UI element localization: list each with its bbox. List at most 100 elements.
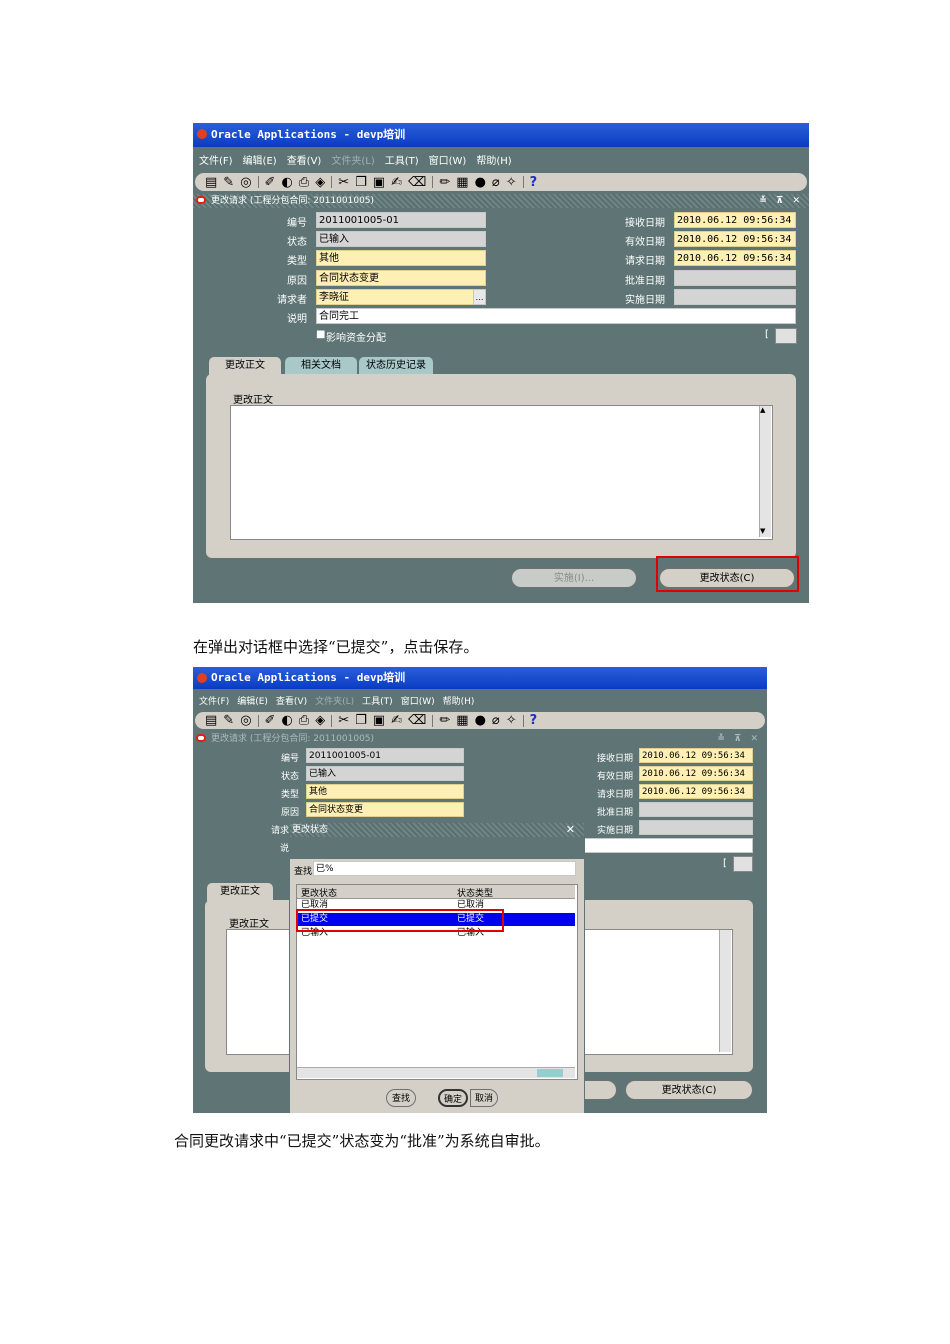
menu-window[interactable]: 窗口(W) [429,152,467,167]
navigator-icon[interactable]: ✎ [223,714,234,727]
tag-icon[interactable]: ◈ [315,714,325,727]
status-field[interactable]: 已输入 [316,231,486,247]
received-date-field[interactable]: 2010.06.12 09:56:34 [674,212,796,228]
globe-icon[interactable]: ● [475,714,486,727]
edit-icon[interactable]: ✍ [391,714,402,727]
cancel-button[interactable]: 取消 [470,1089,498,1107]
approve-date-field[interactable] [639,802,753,817]
requester-lov-button[interactable]: … [473,289,486,305]
new-record-icon[interactable]: ▤ [205,714,217,727]
vertical-scrollbar[interactable] [759,406,771,537]
type-field[interactable]: 其他 [316,250,486,266]
copy-icon[interactable]: ❐ [355,176,367,189]
change-body-textarea[interactable] [230,405,773,540]
menu-file[interactable]: 文件(F) [199,152,233,167]
edit-icon[interactable]: ✍ [391,176,402,189]
highlight-submitted-row [296,909,504,932]
print-icon[interactable]: ⎙ [299,714,309,727]
description-field[interactable] [577,838,753,853]
window-controls[interactable]: ≚ ⊼ ✕ [717,732,761,746]
paste-icon[interactable]: ▣ [373,176,385,189]
globe-icon[interactable]: ● [475,176,486,189]
column-status-type[interactable]: 状态类型 [457,886,493,899]
print-icon[interactable]: ⎙ [299,176,309,189]
approve-date-field[interactable] [674,270,796,286]
refresh-icon[interactable]: ◎ [240,176,251,189]
descriptive-flex-field[interactable] [775,328,797,344]
scroll-up-arrow-icon[interactable]: ▲ [760,406,765,414]
tag-icon[interactable]: ◈ [315,176,325,189]
cut-icon[interactable]: ✂ [338,176,349,189]
tab-change-body[interactable]: 更改正文 [207,883,273,901]
attachment-icon[interactable]: ⌀ [492,176,500,189]
scroll-down-arrow-icon[interactable]: ▼ [760,527,765,535]
description-field[interactable]: 合同完工 [316,308,796,324]
navigator-icon[interactable]: ✎ [223,176,234,189]
reason-field[interactable]: 合同状态变更 [316,270,486,286]
menu-view[interactable]: 查看(V) [276,694,307,707]
tab-status-history[interactable]: 状态历史记录 [359,357,433,375]
open-folder-icon[interactable]: ✐ [265,714,276,727]
attachment-icon[interactable]: ⌀ [492,714,500,727]
implement-button[interactable]: 实施(I)... [511,568,637,588]
implement-date-field[interactable] [674,289,796,305]
reason-field[interactable]: 合同状态变更 [306,802,464,817]
tab-related-documents[interactable]: 相关文档 [285,357,357,375]
horizontal-scrollbar[interactable] [297,1067,575,1078]
menu-help[interactable]: 帮助(H) [443,694,475,707]
dialog-close-icon[interactable]: ✕ [566,823,578,837]
descriptive-flex-field[interactable] [733,856,753,872]
pencil-icon[interactable]: ✏ [439,714,450,727]
copy-icon[interactable]: ❐ [355,714,367,727]
tab-change-body[interactable]: 更改正文 [209,357,281,375]
number-field[interactable]: 2011001005-01 [316,212,486,228]
request-date-field[interactable]: 2010.06.12 09:56:34 [639,784,753,799]
requester-field[interactable]: 李晓征 [316,289,474,305]
form-icon[interactable]: ▦ [456,714,468,727]
clear-icon[interactable]: ⌫ [408,714,426,727]
magic-icon[interactable]: ✧ [506,176,517,189]
paste-icon[interactable]: ▣ [373,714,385,727]
cut-icon[interactable]: ✂ [338,714,349,727]
fund-allocation-checkbox[interactable]: ■ [316,329,325,340]
menu-folder[interactable]: 文件夹(L) [315,694,354,707]
menu-view[interactable]: 查看(V) [287,152,322,167]
menu-file[interactable]: 文件(F) [199,694,229,707]
received-date-field[interactable]: 2010.06.12 09:56:34 [639,748,753,763]
ok-button[interactable]: 确定 [438,1089,468,1107]
column-change-status[interactable]: 更改状态 [301,886,337,899]
scroll-thumb[interactable] [537,1069,563,1077]
toolbar-divider [257,176,259,188]
request-date-field[interactable]: 2010.06.12 09:56:34 [674,250,796,266]
help-icon[interactable]: ? [530,176,538,189]
menu-edit[interactable]: 编辑(E) [243,152,277,167]
form-icon[interactable]: ▦ [456,176,468,189]
open-folder-icon[interactable]: ✐ [265,176,276,189]
find-input[interactable]: 已% [313,861,576,876]
change-status-button[interactable]: 更改状态(C) [625,1080,753,1100]
window-title-bar: 更改请求 (工程分包合同: 2011001005) ≚ ⊼ ✕ [193,732,767,746]
pencil-icon[interactable]: ✏ [439,176,450,189]
magic-icon[interactable]: ✧ [506,714,517,727]
save-icon[interactable]: ◐ [281,714,292,727]
new-record-icon[interactable]: ▤ [205,176,217,189]
menu-help[interactable]: 帮助(H) [476,152,511,167]
vertical-scrollbar[interactable] [719,930,731,1052]
menu-window[interactable]: 窗口(W) [401,694,435,707]
number-field[interactable]: 2011001005-01 [306,748,464,763]
help-icon[interactable]: ? [530,714,538,727]
effective-date-field[interactable]: 2010.06.12 09:56:34 [639,766,753,781]
clear-icon[interactable]: ⌫ [408,176,426,189]
menu-edit[interactable]: 编辑(E) [237,694,268,707]
save-icon[interactable]: ◐ [281,176,292,189]
menu-tools[interactable]: 工具(T) [362,694,393,707]
menu-tools[interactable]: 工具(T) [385,152,419,167]
effective-date-field[interactable]: 2010.06.12 09:56:34 [674,231,796,247]
menu-folder[interactable]: 文件夹(L) [331,152,374,167]
refresh-icon[interactable]: ◎ [240,714,251,727]
type-field[interactable]: 其他 [306,784,464,799]
status-field[interactable]: 已输入 [306,766,464,781]
implement-date-field[interactable] [639,820,753,835]
window-controls[interactable]: ≚ ⊼ ✕ [759,194,803,208]
find-button[interactable]: 查找 [386,1089,416,1107]
